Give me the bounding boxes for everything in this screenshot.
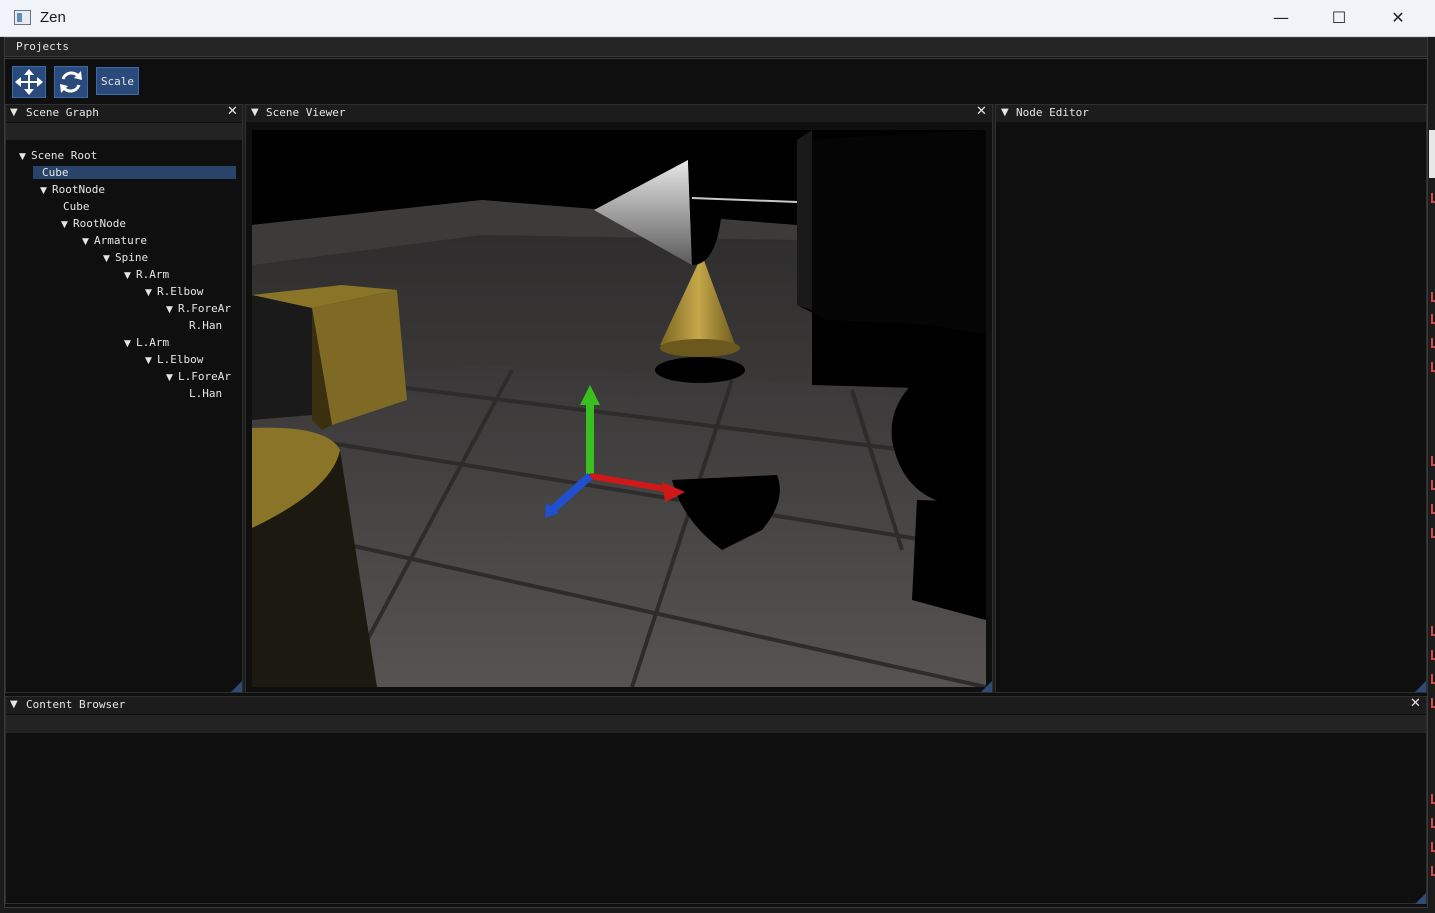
tree-item[interactable]: ▼ L.ForeAr xyxy=(166,370,231,383)
window-title: Zen xyxy=(40,9,66,26)
minimize-icon: — xyxy=(1273,8,1289,27)
tree-item-label: R.Elbow xyxy=(157,285,204,298)
expand-arrow-icon[interactable]: ▼ xyxy=(19,152,31,162)
resize-grip[interactable] xyxy=(981,681,992,692)
expand-arrow-icon[interactable]: ▼ xyxy=(166,373,178,383)
content-browser-title: Content Browser xyxy=(26,698,126,711)
scene-viewer-title: Scene Viewer xyxy=(266,106,346,119)
resize-grip[interactable] xyxy=(1415,681,1426,692)
viewport[interactable] xyxy=(252,130,986,687)
collapse-icon[interactable]: ▼ xyxy=(251,107,259,118)
maximize-icon: ☐ xyxy=(1331,8,1347,27)
collapse-icon[interactable]: ▼ xyxy=(1001,107,1009,118)
tree-item[interactable]: ▼ RootNode xyxy=(40,183,105,196)
minimize-button[interactable]: — xyxy=(1252,0,1310,36)
toolbar xyxy=(5,58,1427,104)
expand-arrow-icon[interactable]: ▼ xyxy=(166,305,178,315)
node-editor-panel xyxy=(995,104,1427,693)
maximize-button[interactable]: ☐ xyxy=(1310,0,1368,36)
node-editor-title: Node Editor xyxy=(1016,106,1089,119)
edge-mark xyxy=(1431,456,1435,466)
rotate-tool-button[interactable] xyxy=(54,66,88,98)
tree-item[interactable]: ▼ Spine xyxy=(103,251,148,264)
resize-grip[interactable] xyxy=(1415,893,1426,904)
tree-item[interactable]: R.Han xyxy=(187,319,222,332)
menu-projects[interactable]: Projects xyxy=(16,40,69,53)
expand-arrow-icon[interactable]: ▼ xyxy=(124,271,136,281)
edge-mark xyxy=(1431,842,1435,852)
tree-item-label: Cube xyxy=(63,200,90,213)
edge-mark xyxy=(1431,650,1435,660)
tree-item-selected[interactable]: Cube xyxy=(40,166,69,179)
viewport-render xyxy=(252,130,986,687)
expand-arrow-icon[interactable]: ▼ xyxy=(61,220,73,230)
tree-item-label: Spine xyxy=(115,251,149,264)
tree-item-label: L.Arm xyxy=(136,336,170,349)
close-icon[interactable]: ✕ xyxy=(227,104,238,119)
scrollbar-thumb[interactable] xyxy=(1429,130,1435,178)
tree-item[interactable]: ▼ L.Elbow xyxy=(145,353,203,366)
edge-mark xyxy=(1431,292,1435,302)
tree-item-label: RootNode xyxy=(52,183,105,196)
tree-item[interactable]: ▼ R.ForeAr xyxy=(166,302,231,315)
edge-mark xyxy=(1431,480,1435,490)
tree-item[interactable]: ▼ Armature xyxy=(82,234,147,247)
tree-item-label: R.ForeAr xyxy=(178,302,231,315)
collapse-icon[interactable]: ▼ xyxy=(10,699,18,710)
content-browser-header[interactable] xyxy=(6,697,1426,714)
app-icon xyxy=(14,10,31,25)
tree-item[interactable]: Cube xyxy=(61,200,90,213)
edge-mark xyxy=(1431,818,1435,828)
expand-arrow-icon[interactable]: ▼ xyxy=(145,288,157,298)
expand-arrow-icon[interactable]: ▼ xyxy=(82,237,94,247)
edge-mark xyxy=(1431,362,1435,372)
tree-item[interactable]: ▼ RootNode xyxy=(61,217,126,230)
expand-arrow-icon[interactable]: ▼ xyxy=(40,186,52,196)
edge-mark xyxy=(1431,794,1435,804)
tree-item-label: L.Han xyxy=(189,387,223,400)
content-browser-search-bar[interactable] xyxy=(6,715,1426,733)
close-icon: ✕ xyxy=(1391,8,1405,27)
tree-item-label: R.Han xyxy=(189,319,223,332)
translate-tool-button[interactable] xyxy=(12,66,46,98)
scene-viewer-header[interactable] xyxy=(246,105,992,122)
tree-item-label: RootNode xyxy=(73,217,126,230)
scene-graph-title: Scene Graph xyxy=(26,106,99,119)
edge-mark xyxy=(1431,193,1435,203)
tree-item-label: Armature xyxy=(94,234,147,247)
edge-mark xyxy=(1431,504,1435,514)
scale-tool-button[interactable]: Scale xyxy=(96,67,139,95)
tree-item-label: Scene Root xyxy=(31,149,98,162)
rotate-icon xyxy=(60,71,82,93)
expand-arrow-icon[interactable]: ▼ xyxy=(124,339,136,349)
tree-item[interactable]: ▼ R.Elbow xyxy=(145,285,203,298)
edge-mark xyxy=(1431,698,1435,708)
edge-mark xyxy=(1431,626,1435,636)
menu-bar xyxy=(5,38,1427,57)
edge-mark xyxy=(1431,314,1435,324)
edge-mark xyxy=(1431,528,1435,538)
close-window-button[interactable]: ✕ xyxy=(1369,0,1427,36)
close-icon[interactable]: ✕ xyxy=(976,104,987,119)
tree-item[interactable]: ▼ R.Arm xyxy=(124,268,169,281)
expand-arrow-icon[interactable]: ▼ xyxy=(103,254,115,264)
tree-item-label: Cube xyxy=(42,166,69,179)
collapse-icon[interactable]: ▼ xyxy=(10,107,18,118)
tree-item[interactable]: ▼ L.Arm xyxy=(124,336,169,349)
tree-item-label: R.Arm xyxy=(136,268,170,281)
expand-arrow-icon[interactable]: ▼ xyxy=(145,356,157,366)
tree-item[interactable]: L.Han xyxy=(187,387,222,400)
tree-item[interactable]: ▼ Scene Root xyxy=(19,149,97,162)
edge-mark xyxy=(1431,866,1435,876)
tree-item-label: L.Elbow xyxy=(157,353,204,366)
tree-item-label: L.ForeAr xyxy=(178,370,231,383)
resize-grip[interactable] xyxy=(231,681,242,692)
window-titlebar xyxy=(0,0,1435,37)
move-arrows-icon xyxy=(15,69,43,95)
background-strip xyxy=(1428,90,1435,910)
close-icon[interactable]: ✕ xyxy=(1410,696,1421,711)
edge-mark xyxy=(1431,674,1435,684)
edge-mark xyxy=(1431,338,1435,348)
scene-graph-search-bar[interactable] xyxy=(6,123,242,140)
